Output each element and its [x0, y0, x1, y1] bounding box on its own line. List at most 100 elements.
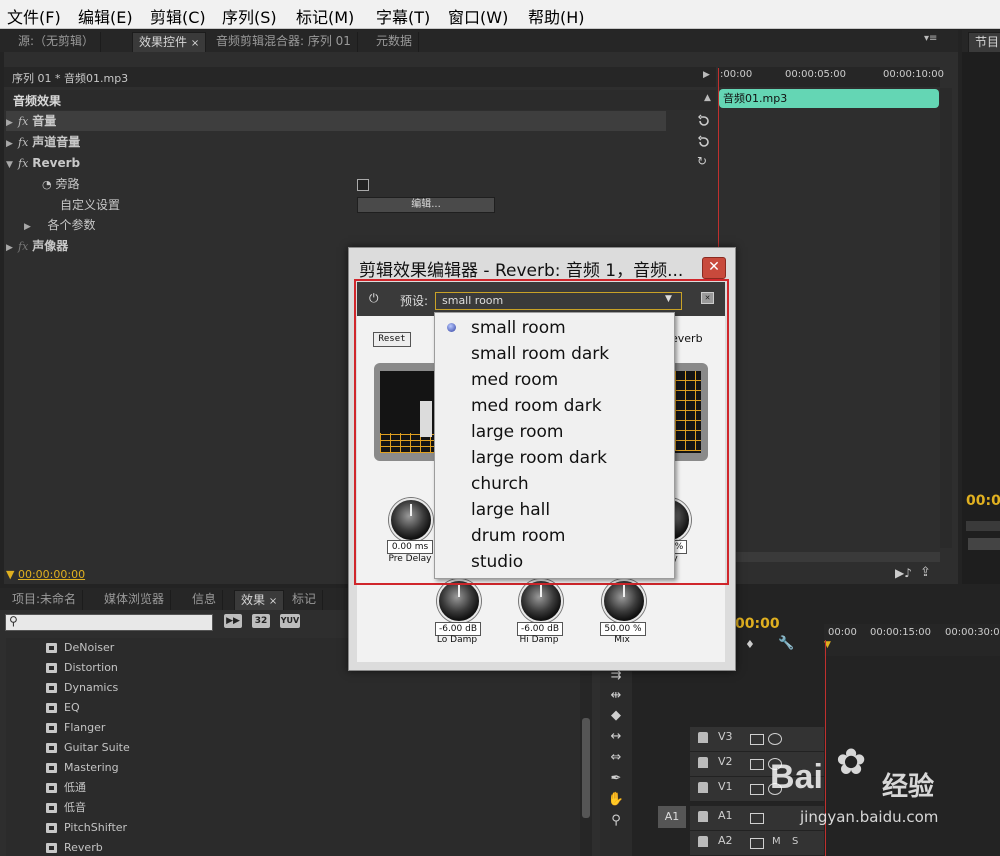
program-ruler[interactable] [966, 521, 1000, 531]
list-item[interactable]: EQ [6, 698, 583, 719]
film-icon[interactable] [750, 784, 764, 795]
preset-option[interactable]: church [471, 474, 529, 494]
lock-icon[interactable] [698, 836, 708, 847]
close-icon[interactable]: × [269, 596, 277, 607]
expand-right-icon[interactable]: ▶ [6, 134, 18, 154]
preset-option[interactable]: studio [471, 552, 523, 572]
tab-info[interactable]: 信息 [186, 590, 224, 610]
param-individual[interactable]: ▶ 各个参数 [24, 215, 95, 235]
menu-help[interactable]: 帮助(H) [528, 4, 585, 28]
razor-tool-icon[interactable]: ◆ [606, 708, 626, 724]
collapse-up-icon[interactable]: ▲ [704, 93, 711, 103]
menu-marker[interactable]: 标记(M) [296, 4, 354, 28]
slide-tool-icon[interactable]: ⇔ [606, 750, 626, 766]
list-item[interactable]: Mastering [6, 758, 583, 779]
mute-toggle[interactable]: M [772, 836, 781, 847]
stopwatch-icon[interactable]: ◔ [42, 178, 52, 191]
vertical-scrollbar[interactable] [940, 88, 952, 548]
32bit-effects-icon[interactable]: 32 [252, 614, 270, 628]
reset-icon[interactable]: ↻ [697, 154, 707, 168]
menu-file[interactable]: 文件(F) [7, 4, 61, 28]
preset-option[interactable]: med room dark [471, 396, 602, 416]
edit-button[interactable]: 编辑... [357, 197, 495, 213]
menu-title[interactable]: 字幕(T) [376, 4, 430, 28]
tab-audio-mixer[interactable]: 音频剪辑混合器: 序列 01 [210, 32, 358, 52]
effect-row-volume[interactable]: ▶ fx 音量 [6, 111, 666, 131]
lock-icon[interactable] [698, 732, 708, 743]
preset-option[interactable]: large room dark [471, 448, 607, 468]
effect-controls-timecode[interactable]: ▼ 00:00:00:00 [6, 568, 85, 581]
expand-right-icon[interactable]: ▶ [6, 238, 18, 258]
mix-value[interactable]: 50.00 % [600, 622, 646, 636]
timeline-timecode[interactable]: 00:00 [735, 616, 780, 632]
export-icon[interactable]: ⇪ [920, 565, 931, 580]
film-icon[interactable] [750, 813, 764, 824]
list-item[interactable]: 低通 [6, 778, 583, 799]
tab-effect-controls[interactable]: 效果控件 × [132, 32, 207, 53]
mini-timeline-ruler[interactable]: :00:00 00:00:05:00 00:00:10:00 [718, 67, 944, 87]
preset-option[interactable]: drum room [471, 526, 566, 546]
scroll-thumb[interactable] [582, 718, 590, 818]
menu-edit[interactable]: 编辑(E) [78, 4, 133, 28]
menu-window[interactable]: 窗口(W) [448, 4, 508, 28]
list-item[interactable]: 低音 [6, 798, 583, 819]
snap-marker-icon[interactable]: ♦ [745, 638, 755, 651]
tab-effects[interactable]: 效果 × [234, 590, 285, 611]
hi-damp-value[interactable]: -6.00 dB [517, 622, 563, 636]
list-item[interactable]: Dynamics [6, 678, 583, 699]
ripple-edit-tool-icon[interactable]: ⇹ [606, 688, 626, 704]
list-item[interactable]: Flanger [6, 718, 583, 739]
accelerated-effects-icon[interactable]: ▶▶ [224, 614, 242, 628]
list-item[interactable]: Reverb [6, 838, 583, 856]
expand-right-icon[interactable]: ▶ [6, 113, 18, 133]
zoom-tool-icon[interactable]: ⚲ [606, 813, 626, 829]
effect-row-reverb[interactable]: ▼ fx Reverb [6, 153, 80, 173]
pen-tool-icon[interactable]: ✒ [606, 771, 626, 787]
source-patch-a1[interactable]: A1 [658, 806, 686, 828]
wrench-icon[interactable]: 🔧 [778, 636, 794, 651]
hi-damp-knob[interactable] [519, 579, 563, 623]
horizontal-scrollbar[interactable] [720, 552, 940, 562]
play-clip-icon[interactable]: ▶ [703, 70, 710, 80]
dialog-title[interactable]: 剪辑效果编辑器 - Reverb: 音频 1，音频... [359, 256, 683, 281]
mix-knob[interactable] [602, 579, 646, 623]
tab-media-browser[interactable]: 媒体浏览器 [98, 590, 172, 610]
preset-option[interactable]: small room dark [471, 344, 609, 364]
hand-tool-icon[interactable]: ✋ [606, 792, 626, 808]
film-icon[interactable] [750, 734, 764, 745]
effect-row-channel-volume[interactable]: ▶ fx 声道音量 [6, 132, 80, 152]
tab-markers[interactable]: 标记 [286, 590, 324, 610]
preset-option[interactable]: med room [471, 370, 558, 390]
film-icon[interactable] [750, 838, 764, 849]
tab-program[interactable]: 节目 [968, 32, 1000, 53]
menu-sequence[interactable]: 序列(S) [222, 4, 277, 28]
effect-row-panner[interactable]: ▶ fx 声像器 [6, 236, 68, 256]
reset-icon[interactable] [697, 135, 711, 149]
tab-project[interactable]: 项目:未命名 [6, 590, 84, 610]
lo-damp-value[interactable]: -6.00 dB [435, 622, 481, 636]
list-item[interactable]: Guitar Suite [6, 738, 583, 759]
play-audio-icon[interactable]: ▶♪ [895, 566, 912, 580]
timeline-ruler[interactable]: 00:00 00:00:15:00 00:00:30:0 ▼ [824, 624, 1000, 656]
preset-option[interactable]: small room [471, 318, 566, 338]
bypass-checkbox[interactable] [357, 179, 369, 191]
film-icon[interactable] [750, 759, 764, 770]
expand-right-icon[interactable]: ▶ [24, 217, 36, 237]
preset-option[interactable]: large room [471, 422, 563, 442]
close-icon[interactable]: × [191, 38, 199, 49]
menu-clip[interactable]: 剪辑(C) [150, 4, 206, 28]
lock-icon[interactable] [698, 782, 708, 793]
tab-metadata[interactable]: 元数据 [370, 32, 420, 52]
lock-icon[interactable] [698, 757, 708, 768]
close-button[interactable]: ✕ [702, 257, 726, 279]
panel-menu-icon[interactable]: ▾≡ [924, 33, 937, 44]
expand-down-icon[interactable]: ▼ [6, 155, 18, 175]
solo-toggle[interactable]: S [792, 836, 798, 847]
reset-icon[interactable] [697, 114, 711, 128]
yuv-effects-icon[interactable]: YUV [280, 614, 300, 628]
track-header-a2[interactable]: A2 M S [690, 831, 824, 856]
lock-icon[interactable] [698, 811, 708, 822]
mini-timeline-clip[interactable]: 音频01.mp3 [719, 89, 939, 108]
list-item[interactable]: PitchShifter [6, 818, 583, 839]
program-zoom-bar[interactable] [968, 538, 1000, 550]
